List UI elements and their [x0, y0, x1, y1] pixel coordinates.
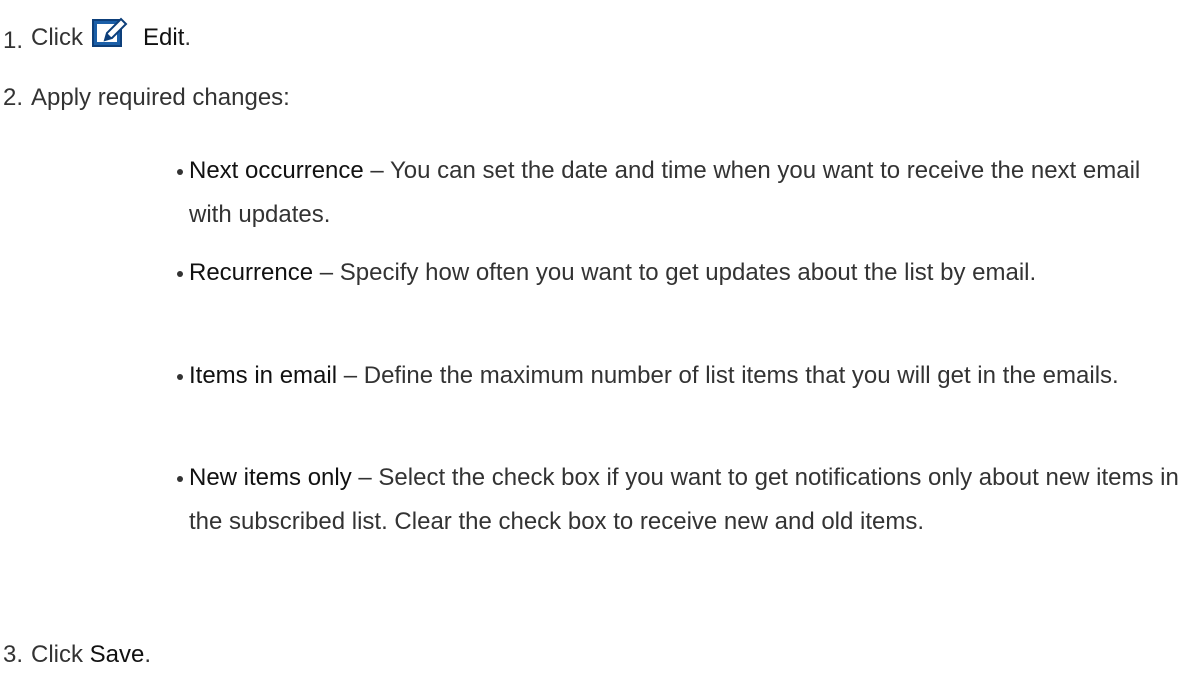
bullet-icon	[177, 374, 183, 380]
bullet-text: Next occurrence – You can set the date a…	[189, 149, 1187, 237]
bullet-sep: –	[363, 157, 390, 184]
bullet-text: Items in email – Define the maximum numb…	[189, 354, 1187, 398]
bullet-icon	[177, 169, 183, 175]
bullet-recurrence: Recurrence – Specify how often you want …	[177, 251, 1187, 295]
bullet-desc: Specify how often you want to get update…	[339, 259, 1037, 286]
bullet-sep: –	[313, 259, 340, 286]
bullet-sep: –	[337, 362, 364, 389]
bullet-desc: Define the maximum number of list items …	[363, 362, 1119, 389]
bullet-term: Next occurrence	[189, 157, 364, 184]
bullet-icon	[177, 271, 183, 277]
bullet-term: Items in email	[189, 362, 338, 389]
step-number: 2.	[3, 84, 24, 111]
bullet-sep: –	[351, 464, 379, 491]
bullet-text: New items only – Select the check box if…	[189, 456, 1187, 544]
edit-icon	[92, 17, 128, 47]
step-text: Click Save.	[31, 640, 151, 670]
step-text: Apply required changes:	[31, 84, 290, 111]
step-punct: .	[144, 641, 152, 668]
edit-link-label: Edit	[143, 24, 185, 51]
document: 1. Click Edit. 2. Apply required changes…	[0, 0, 1199, 699]
step-number: 3.	[3, 641, 24, 668]
bullet-term: Recurrence	[189, 259, 314, 286]
step-label: Click	[31, 24, 83, 51]
step-punct: .	[184, 24, 192, 51]
bullet-new-items-only: New items only – Select the check box if…	[177, 456, 1187, 544]
bullet-next-occurrence: Next occurrence – You can set the date a…	[177, 149, 1187, 237]
step-label: Click	[31, 641, 83, 668]
bullet-term: New items only	[189, 464, 352, 491]
bullet-text: Recurrence – Specify how often you want …	[189, 251, 1187, 295]
bullet-icon	[177, 476, 183, 482]
step-text: Click Edit.	[31, 14, 191, 53]
save-link-label: Save	[89, 641, 145, 668]
bullet-items-in-email: Items in email – Define the maximum numb…	[177, 354, 1187, 398]
step-number: 1.	[3, 27, 24, 54]
